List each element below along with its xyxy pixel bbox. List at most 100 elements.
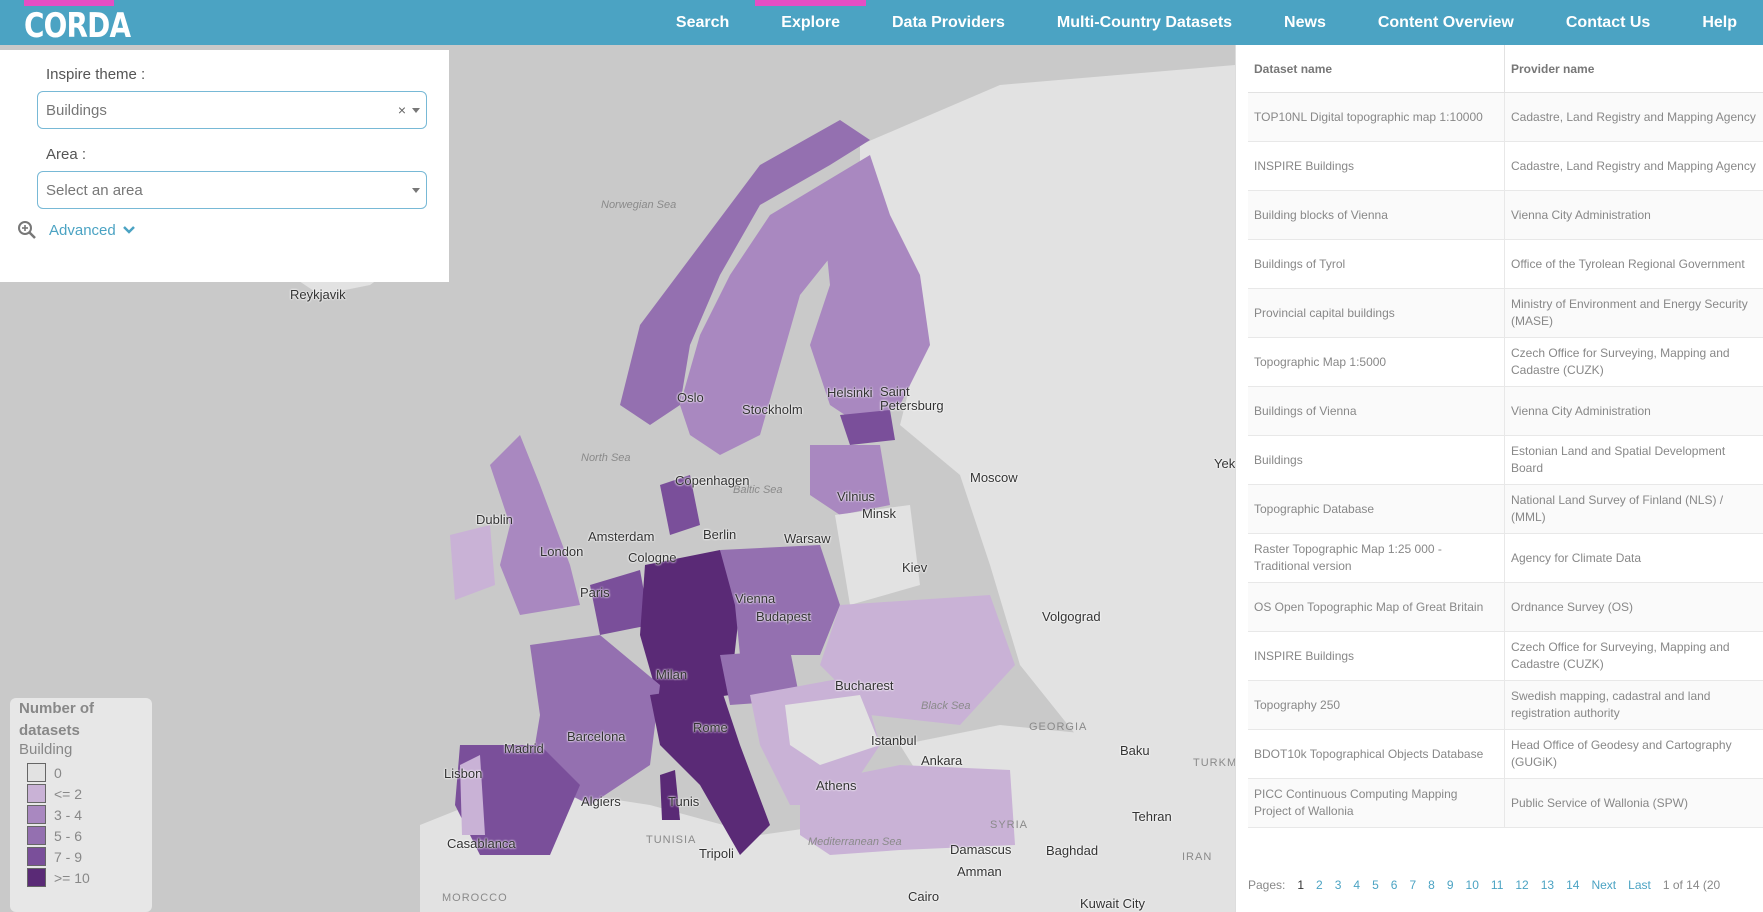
sea-label: Baltic Sea — [733, 484, 783, 496]
table-row[interactable]: INSPIRE Buildings Cadastre, Land Registry… — [1248, 142, 1763, 191]
pager-last[interactable]: Last — [1628, 878, 1651, 892]
region-label: MOROCCO — [442, 892, 508, 904]
chevron-down-icon[interactable] — [122, 225, 136, 235]
city-label: Dublin — [476, 512, 513, 527]
nav-content-overview[interactable]: Content Overview — [1352, 0, 1540, 45]
dataset-name-cell[interactable]: Provincial capital buildings — [1248, 289, 1505, 337]
city-label: Damascus — [950, 842, 1012, 857]
column-header-dataset-name[interactable]: Dataset name — [1248, 45, 1505, 92]
pager-page-link[interactable]: 7 — [1409, 878, 1416, 892]
table-row[interactable]: Topographic Map 1:5000 Czech Office for S… — [1248, 338, 1763, 387]
advanced-label[interactable]: Advanced — [49, 222, 116, 239]
legend-label: 5 - 6 — [54, 827, 83, 844]
legend-label: >= 10 — [54, 869, 90, 886]
table-row[interactable]: Raster Topographic Map 1:25 000 - Tradit… — [1248, 534, 1763, 583]
region-label: TURKM — [1193, 757, 1235, 769]
legend-swatch — [27, 784, 46, 803]
pager-page-link[interactable]: 1 — [1297, 878, 1304, 892]
legend-subtitle: Building — [19, 741, 73, 758]
nav-data-providers[interactable]: Data Providers — [866, 0, 1031, 45]
legend-item: 0 — [27, 763, 62, 782]
dataset-name-cell[interactable]: Buildings — [1248, 436, 1505, 484]
nav-help[interactable]: Help — [1676, 0, 1763, 45]
inspire-theme-value: Buildings — [46, 102, 107, 119]
pager-page-link[interactable]: 6 — [1391, 878, 1398, 892]
legend-swatch — [27, 826, 46, 845]
column-header-provider-name[interactable]: Provider name — [1505, 45, 1594, 92]
nav-search[interactable]: Search — [650, 0, 755, 45]
dataset-name-cell[interactable]: Buildings of Tyrol — [1248, 240, 1505, 288]
dataset-name-cell[interactable]: Topographic Database — [1248, 485, 1505, 533]
dataset-name-cell[interactable]: BDOT10k Topographical Objects Database — [1248, 730, 1505, 778]
dataset-name-cell[interactable]: Building blocks of Vienna — [1248, 191, 1505, 239]
city-label: Kuwait City — [1080, 896, 1146, 911]
pager-page-link[interactable]: 14 — [1566, 878, 1579, 892]
legend-label: <= 2 — [54, 785, 83, 802]
table-row[interactable]: Buildings Estonian Land and Spatial Devel… — [1248, 436, 1763, 485]
city-label: Ankara — [921, 753, 963, 768]
city-label: Oslo — [677, 390, 704, 405]
dataset-name-cell[interactable]: TOP10NL Digital topographic map 1:10000 — [1248, 93, 1505, 141]
nav-explore[interactable]: Explore — [755, 0, 866, 45]
city-label: Tripoli — [699, 846, 734, 861]
table-row[interactable]: BDOT10k Topographical Objects Database He… — [1248, 730, 1763, 779]
pager-page-link[interactable]: 4 — [1353, 878, 1360, 892]
dataset-name-cell[interactable]: INSPIRE Buildings — [1248, 632, 1505, 680]
dataset-name-cell[interactable]: OS Open Topographic Map of Great Britain — [1248, 583, 1505, 631]
city-label: Casablanca — [447, 836, 516, 851]
pager-page-link[interactable]: 8 — [1428, 878, 1435, 892]
table-row[interactable]: OS Open Topographic Map of Great Britain… — [1248, 583, 1763, 632]
city-label: Cairo — [908, 889, 940, 904]
table-row[interactable]: Topography 250 Swedish mapping, cadastral… — [1248, 681, 1763, 730]
dataset-name-cell[interactable]: Topographic Map 1:5000 — [1248, 338, 1505, 386]
provider-name-cell: Cadastre, Land Registry and Mapping Agen… — [1511, 158, 1756, 173]
dataset-name-cell[interactable]: INSPIRE Buildings — [1248, 142, 1505, 190]
dataset-name-cell[interactable]: PICC Continuous Computing Mapping Projec… — [1248, 779, 1505, 827]
area-select[interactable]: Select an area — [37, 171, 427, 209]
inspire-theme-select[interactable]: Buildings × — [37, 91, 427, 129]
city-label: Moscow — [970, 470, 1018, 485]
table-row[interactable]: Building blocks of Vienna Vienna City Adm… — [1248, 191, 1763, 240]
table-row[interactable]: INSPIRE Buildings Czech Office for Survey… — [1248, 632, 1763, 681]
dropdown-arrow-icon[interactable] — [412, 188, 420, 193]
pager-page-link[interactable]: 12 — [1515, 878, 1528, 892]
provider-name-cell: Agency for Climate Data — [1511, 550, 1642, 565]
zoom-in-icon — [18, 221, 36, 239]
table-row[interactable]: Provincial capital buildings Ministry of … — [1248, 289, 1763, 338]
table-row[interactable]: Buildings of Tyrol Office of the Tyrolean… — [1248, 240, 1763, 289]
site-logo[interactable]: CORDA — [24, 8, 131, 44]
pager-page-link[interactable]: 9 — [1447, 878, 1454, 892]
dataset-name-cell[interactable]: Topography 250 — [1248, 681, 1505, 729]
pager-page-link[interactable]: 10 — [1466, 878, 1479, 892]
city-label: Berlin — [703, 527, 737, 542]
pager-page-link[interactable]: 11 — [1491, 878, 1503, 892]
table-row[interactable]: Buildings of Vienna Vienna City Administr… — [1248, 387, 1763, 436]
table-row[interactable]: Topographic Database National Land Survey… — [1248, 485, 1763, 534]
table-row[interactable]: TOP10NL Digital topographic map 1:10000 C… — [1248, 93, 1763, 142]
legend-swatch — [27, 805, 46, 824]
provider-name-cell: Ministry of Environment and Energy Secur… — [1511, 297, 1748, 328]
city-label: Bucharest — [835, 678, 894, 693]
dataset-name-cell[interactable]: Buildings of Vienna — [1248, 387, 1505, 435]
pager-next[interactable]: Next — [1591, 878, 1616, 892]
region-label: TUNISIA — [646, 834, 697, 846]
dataset-name-cell[interactable]: Raster Topographic Map 1:25 000 - Tradit… — [1248, 534, 1505, 582]
nav-multi-country-datasets[interactable]: Multi-Country Datasets — [1031, 0, 1258, 45]
pager-page-link[interactable]: 13 — [1541, 878, 1554, 892]
city-label: Cologne — [628, 550, 677, 565]
nav-news[interactable]: News — [1258, 0, 1352, 45]
legend-item: 3 - 4 — [27, 805, 82, 824]
pager-page-link[interactable]: 2 — [1316, 878, 1323, 892]
sea-label: Norwegian Sea — [601, 199, 677, 211]
legend-title: Number of datasets — [19, 700, 94, 739]
advanced-toggle[interactable]: Advanced — [17, 220, 136, 240]
pager-page-link[interactable]: 5 — [1372, 878, 1379, 892]
table-row[interactable]: PICC Continuous Computing Mapping Projec… — [1248, 779, 1763, 828]
region-label: GEORGIA — [1029, 721, 1088, 733]
dropdown-arrow-icon[interactable] — [412, 108, 420, 113]
nav-contact-us[interactable]: Contact Us — [1540, 0, 1676, 45]
clear-icon[interactable]: × — [398, 102, 406, 118]
city-label: Helsinki — [827, 385, 873, 400]
pager-page-link[interactable]: 3 — [1335, 878, 1342, 892]
pagination: Pages: 1 2 3 4 5 6 7 8 9 10 11 12 13 14 Next Last 1 o… — [1248, 878, 1732, 892]
